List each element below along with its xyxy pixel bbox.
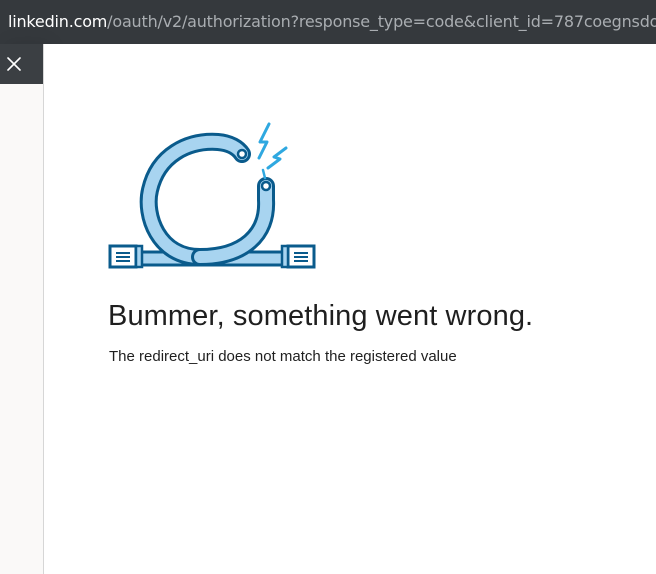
address-bar[interactable]: linkedin.com/oauth/v2/authorization?resp… [0, 0, 656, 44]
url-domain: linkedin.com [8, 12, 108, 31]
error-message: The redirect_uri does not match the regi… [109, 348, 457, 365]
side-panel-header [0, 44, 43, 84]
url-text[interactable]: linkedin.com/oauth/v2/authorization?resp… [8, 11, 656, 33]
url-path: /oauth/v2/authorization?response_type=co… [107, 12, 656, 31]
error-title: Bummer, something went wrong. [108, 300, 534, 332]
close-icon [7, 57, 21, 71]
side-panel [0, 44, 44, 574]
close-button[interactable] [0, 44, 28, 84]
broken-cable-icon [108, 122, 316, 269]
error-content: Bummer, something went wrong. The redire… [44, 44, 656, 574]
